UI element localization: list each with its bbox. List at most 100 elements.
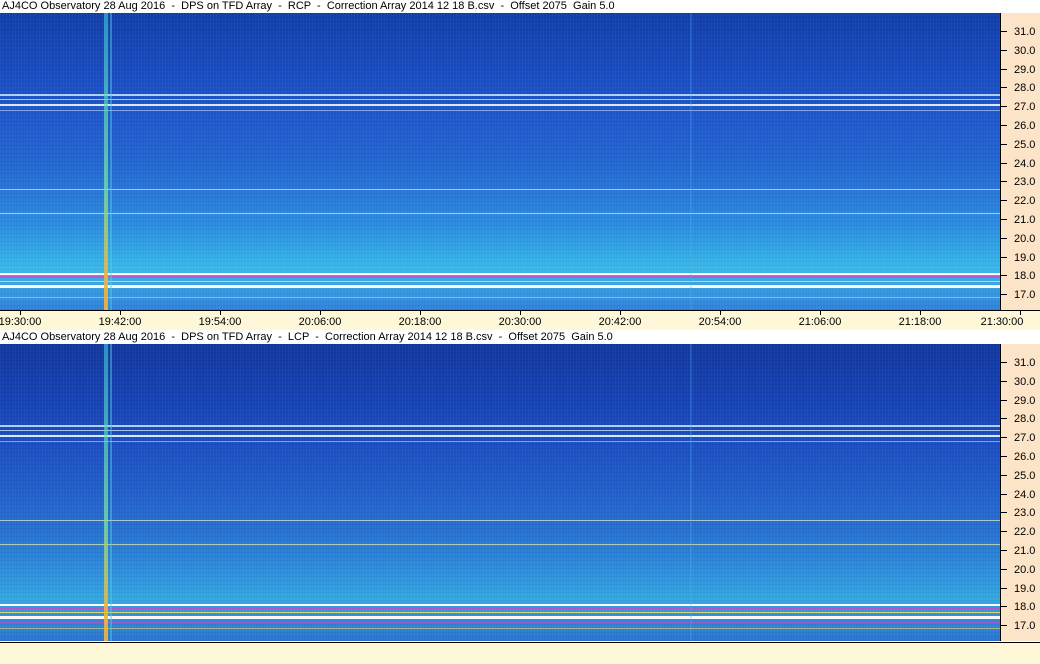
freq-tick-label: 17.0 [1014,620,1036,633]
interference-band [0,110,1000,111]
freq-tick-mark [1001,625,1007,627]
freq-tick: 18.0 [1001,270,1040,282]
freq-tick: 19.0 [1001,252,1040,264]
freq-tick-label: 17.0 [1014,289,1036,302]
interference-band [0,607,1000,609]
freq-tick-label: 26.0 [1014,451,1036,463]
footer-strip [0,642,1040,664]
freq-tick-label: 28.0 [1014,82,1036,95]
interference-band [0,213,1000,214]
time-tick-mark [1020,311,1021,315]
freq-tick-mark [1001,418,1007,420]
spectrogram-noise [0,344,1000,641]
freq-tick: 17.0 [1001,289,1040,301]
freq-tick: 30.0 [1001,376,1040,388]
freq-tick: 29.0 [1001,64,1040,76]
time-tick-mark [820,311,821,315]
freq-tick: 25.0 [1001,139,1040,151]
freq-tick: 20.0 [1001,564,1040,576]
time-tick-mark [920,311,921,315]
rcp-spectrogram[interactable] [0,13,1000,310]
interference-band [0,281,1000,282]
time-tick-label: 20:54:00 [698,316,742,328]
freq-tick-label: 21.0 [1014,214,1036,226]
freq-tick: 22.0 [1001,526,1040,538]
lcp-panel: AJ4CO Observatory 28 Aug 2016 - DPS on T… [0,331,1040,664]
freq-tick-mark [1001,237,1007,239]
time-tick-label: 21:30:00 [980,316,1024,328]
interference-band [0,189,1000,190]
time-tick-label: 19:54:00 [198,316,242,328]
burst-line [690,344,692,641]
freq-tick-label: 31.0 [1014,357,1036,369]
burst-line [110,13,112,310]
freq-tick-label: 25.0 [1014,469,1036,482]
interference-band [0,430,1000,431]
freq-tick-mark [1001,49,1007,51]
freq-tick-mark [1001,550,1007,551]
time-tick-mark [520,311,521,315]
time-tick-label: 20:06:00 [298,316,342,328]
interference-band [0,291,1000,292]
freq-tick-label: 22.0 [1014,526,1036,539]
freq-tick-label: 27.0 [1014,101,1036,114]
freq-tick-label: 18.0 [1014,601,1036,614]
interference-band [0,297,1000,298]
freq-tick: 22.0 [1001,195,1040,207]
time-tick-label: 20:30:00 [498,316,542,328]
time-tick-label: 19:30:00 [0,316,42,328]
interference-band [0,276,1000,278]
interference-band [0,628,1000,629]
freq-tick: 25.0 [1001,470,1040,482]
time-tick-mark [320,311,321,315]
freq-tick: 27.0 [1001,101,1040,113]
freq-tick: 28.0 [1001,82,1040,94]
freq-tick: 27.0 [1001,432,1040,444]
freq-tick-label: 31.0 [1014,26,1036,38]
freq-tick-label: 27.0 [1014,432,1036,445]
freq-tick: 24.0 [1001,489,1040,501]
freq-tick-mark [1001,87,1007,89]
time-axis: 19:30:00 19:42:00 19:54:00 20:06:00 20:18:00… [0,310,1040,330]
freq-tick-mark [1001,474,1007,476]
freq-tick-mark [1001,68,1007,70]
freq-tick-mark [1001,456,1007,457]
freq-tick-label: 22.0 [1014,195,1036,208]
freq-tick-mark [1001,125,1007,126]
freq-tick: 18.0 [1001,601,1040,613]
freq-tick: 28.0 [1001,413,1040,425]
interference-band [0,622,1000,623]
interference-band [0,285,1000,288]
freq-tick: 31.0 [1001,357,1040,369]
burst-line [690,13,692,310]
interference-band [0,99,1000,100]
freq-tick: 21.0 [1001,214,1040,226]
freq-tick: 26.0 [1001,120,1040,132]
interference-band [0,441,1000,442]
freq-tick: 29.0 [1001,395,1040,407]
freq-tick: 30.0 [1001,45,1040,57]
interference-band [0,544,1000,545]
freq-tick-label: 19.0 [1014,582,1036,595]
interference-band [0,435,1000,437]
time-tick-mark [720,311,721,315]
freq-tick-mark [1001,256,1007,258]
freq-tick-mark [1001,143,1007,145]
freq-tick-label: 20.0 [1014,232,1036,245]
freq-tick: 17.0 [1001,620,1040,632]
time-tick-mark [20,311,21,315]
freq-tick-label: 21.0 [1014,545,1036,557]
freq-tick: 23.0 [1001,176,1040,188]
time-tick-mark [120,311,121,315]
freq-tick-label: 30.0 [1014,44,1036,57]
time-tick-mark [420,311,421,315]
time-tick-label: 21:06:00 [798,316,842,328]
freq-tick-mark [1001,219,1007,220]
freq-tick-mark [1001,493,1007,495]
interference-band [0,520,1000,521]
time-tick-label: 21:18:00 [898,316,942,328]
freq-tick-label: 20.0 [1014,563,1036,576]
freq-tick: 31.0 [1001,26,1040,38]
interference-band [0,94,1000,96]
lcp-spectrogram[interactable] [0,344,1000,641]
